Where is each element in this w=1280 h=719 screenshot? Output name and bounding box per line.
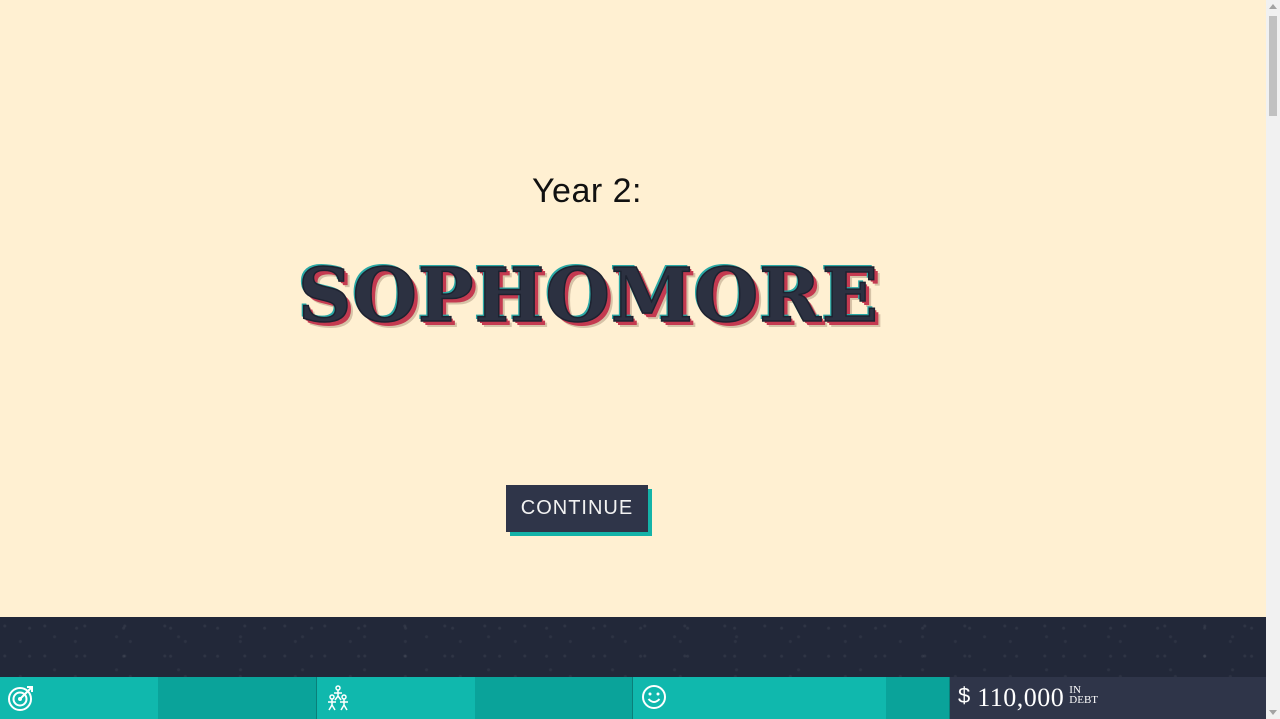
smiley-icon [642,685,666,709]
happiness-meter-fill [633,677,886,719]
social-meter [317,677,633,719]
scroll-up-arrow-icon[interactable] [1269,4,1277,9]
year-intro-panel: Year 2: SOPHOMORE CONTINUE [0,0,1266,617]
target-icon [8,686,33,711]
year-label: Year 2: [532,172,642,210]
people-icon [328,685,348,711]
debt-currency: $ [958,683,971,708]
vertical-scrollbar[interactable] [1266,0,1280,719]
debt-unit-bottom: DEBT [1069,694,1099,706]
happiness-meter [633,677,950,719]
status-bar: $ 110,000 IN DEBT [0,677,1266,719]
level-title: SOPHOMORE [297,252,880,340]
debt-display: $ 110,000 IN DEBT [950,677,1266,719]
scroll-down-arrow-icon[interactable] [1269,710,1277,715]
debt-unit: IN DEBT [1069,685,1099,706]
scrollbar-thumb[interactable] [1269,16,1277,116]
goals-meter [0,677,317,719]
debt-amount: 110,000 [977,683,1065,712]
ground-band [0,617,1266,677]
continue-button[interactable]: CONTINUE [506,485,648,532]
game-screen: Year 2: SOPHOMORE CONTINUE $ 110,000 IN … [0,0,1266,719]
